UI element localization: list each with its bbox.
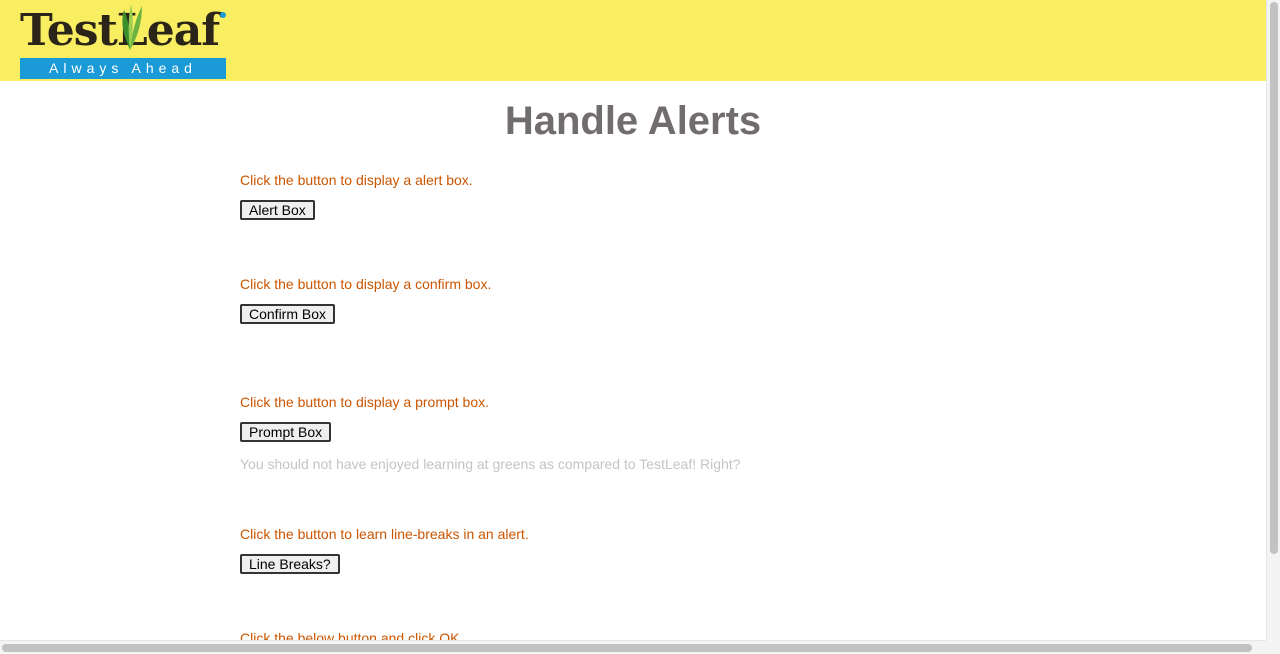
logo-tagline: Always Ahead [20,58,226,79]
alert-box-button[interactable]: Alert Box [240,200,315,220]
page-viewport: TestLeaf Always Ahead Handle Alerts Clic… [0,0,1266,640]
page-title: Handle Alerts [504,99,762,143]
site-header: TestLeaf Always Ahead [0,0,1266,81]
leaf-icon [122,4,142,50]
scrollbar-corner [1266,640,1280,654]
prompt-result-text: You should not have enjoyed learning at … [240,456,741,472]
confirm-box-button[interactable]: Confirm Box [240,304,336,324]
horizontal-scrollbar-thumb[interactable] [2,644,1252,652]
prompt-box-button[interactable]: Prompt Box [240,422,332,442]
vertical-scrollbar[interactable] [1266,0,1280,640]
logo-dot [220,12,226,18]
vertical-scrollbar-thumb[interactable] [1270,2,1278,554]
line-breaks-instruction: Click the button to learn line-breaks in… [240,526,529,542]
horizontal-scrollbar[interactable] [0,640,1266,654]
prompt-instruction: Click the button to display a prompt box… [240,394,490,410]
dismiss-instruction: Click the below button and click OK. [240,630,464,640]
confirm-instruction: Click the button to display a confirm bo… [240,276,492,292]
testleaf-logo[interactable]: TestLeaf Always Ahead [20,2,226,79]
alert-instruction: Click the button to display a alert box. [240,172,473,188]
line-breaks-button[interactable]: Line Breaks? [240,554,340,574]
